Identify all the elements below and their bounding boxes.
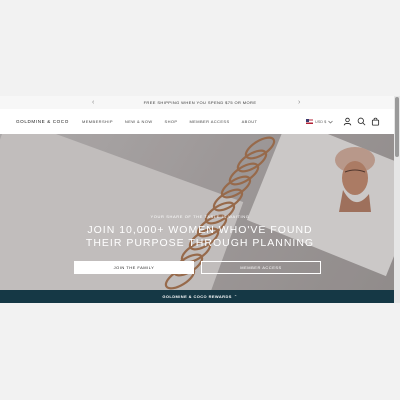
main-nav: MEMBERSHIP NEW & NOW SHOP MEMBER ACCESS … [82,109,269,134]
member-access-button[interactable]: MEMBER ACCESS [201,261,321,274]
chevron-down-icon [328,120,333,123]
cart-bag-icon[interactable] [371,117,380,126]
announcement-message: FREE SHIPPING WHEN YOU SPEND $75 OR MORE [143,100,257,105]
page-scrollbar[interactable] [394,96,400,303]
rewards-label: GOLDMINE & COCO REWARDS [162,294,232,299]
hero-eyebrow: YOUR SHARE OF THE TABLE IS WAITING [150,214,250,219]
hero-overlay [0,134,400,290]
search-icon[interactable] [357,117,366,126]
site-header: GOLDMINE & COCO MEMBERSHIP NEW & NOW SHO… [0,109,400,135]
account-icon[interactable] [343,117,352,126]
site-logo[interactable]: GOLDMINE & COCO [16,109,69,134]
currency-label: USD $ [315,119,327,124]
nav-item-member-access[interactable]: MEMBER ACCESS [189,119,229,124]
hero-headline: JOIN 10,000+ WOMEN WHO'VE FOUND THEIR PU… [0,224,400,250]
nav-item-shop[interactable]: SHOP [165,119,178,124]
storefront-page: ‹ FREE SHIPPING WHEN YOU SPEND $75 OR MO… [0,96,400,303]
rewards-bar[interactable]: GOLDMINE & COCO REWARDS ⌃ [0,290,400,303]
chevron-right-icon[interactable]: › [298,96,300,109]
chevron-up-icon: ⌃ [233,294,238,299]
nav-item-about[interactable]: ABOUT [242,119,258,124]
join-the-family-button[interactable]: JOIN THE FAMILY [74,261,194,274]
hero-headline-line-2: THEIR PURPOSE THROUGH PLANNING [85,237,315,249]
announcement-bar: ‹ FREE SHIPPING WHEN YOU SPEND $75 OR MO… [0,96,400,109]
us-flag-icon [306,119,313,124]
hero-banner: YOUR SHARE OF THE TABLE IS WAITING JOIN … [0,134,400,290]
chevron-left-icon[interactable]: ‹ [92,96,94,109]
currency-selector[interactable]: USD $ [306,118,333,125]
nav-item-membership[interactable]: MEMBERSHIP [82,119,113,124]
scrollbar-thumb[interactable] [395,97,399,157]
nav-item-new-and-now[interactable]: NEW & NOW [125,119,153,124]
hero-headline-line-1: JOIN 10,000+ WOMEN WHO'VE FOUND [87,224,313,236]
